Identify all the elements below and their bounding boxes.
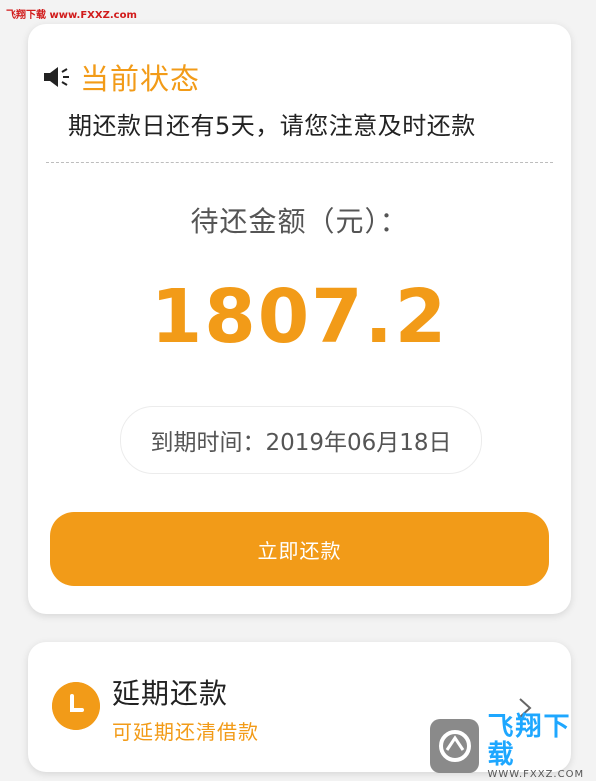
extend-title: 延期还款 bbox=[112, 677, 229, 710]
repay-now-label: 立即还款 bbox=[257, 538, 342, 563]
status-card: 当前状态 期还款日还有5天，请您注意及时还款 待还金额（元）： 1807.2 到… bbox=[28, 24, 571, 614]
extend-subtitle: 可延期还清借款 bbox=[112, 720, 259, 744]
repay-now-button[interactable]: 立即还款 bbox=[50, 512, 549, 586]
due-date-pill: 到期时间：2019年06月18日 bbox=[120, 406, 482, 474]
status-title: 当前状态 bbox=[80, 62, 201, 96]
speaker-icon bbox=[44, 67, 69, 87]
watermark-top: 飞翔下载 www.FXXZ.com bbox=[6, 10, 137, 21]
clock-icon bbox=[52, 682, 100, 730]
amount-value: 1807.2 bbox=[150, 274, 449, 360]
watermark-logo-url: WWW.FXXZ.COM bbox=[487, 768, 585, 780]
due-date-text: 到期时间：2019年06月18日 bbox=[150, 430, 452, 456]
divider bbox=[46, 162, 553, 163]
watermark-logo-text: 飞翔下载 bbox=[487, 711, 572, 770]
repayment-notice: 期还款日还有5天，请您注意及时还款 bbox=[68, 112, 476, 140]
amount-label: 待还金额（元）： bbox=[190, 205, 409, 238]
status-header: 当前状态 bbox=[42, 56, 200, 98]
watermark-logo: 飞翔下载 WWW.FXXZ.COM bbox=[430, 713, 590, 780]
logo-badge-icon bbox=[430, 719, 480, 773]
